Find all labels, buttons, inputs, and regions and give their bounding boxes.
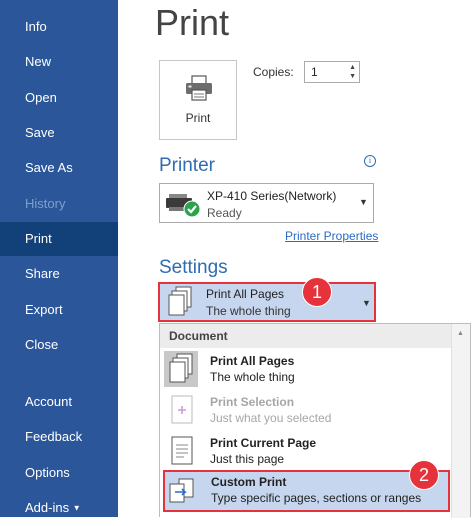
- pages-icon: [169, 353, 193, 383]
- nav-history: History: [0, 187, 118, 221]
- settings-heading: Settings: [159, 257, 228, 278]
- step-badge-2: 2: [409, 460, 439, 490]
- printer-properties-link[interactable]: Printer Properties: [285, 229, 378, 243]
- printer-status-icon: [166, 194, 201, 218]
- menu-item-name: Custom Print: [211, 475, 287, 489]
- nav-open-label: Open: [25, 90, 57, 105]
- printer-heading: Printer: [159, 155, 215, 176]
- nav-open[interactable]: Open: [0, 81, 118, 115]
- menu-icon-wrapper: [164, 351, 198, 387]
- menu-icon-wrapper: [164, 392, 198, 428]
- printer-icon: [186, 75, 212, 101]
- nav-history-label: History: [25, 196, 66, 211]
- menu-icon-wrapper: [164, 433, 198, 469]
- nav-close-label: Close: [25, 337, 59, 352]
- increment-arrow-icon[interactable]: ▲: [349, 63, 356, 72]
- step-badge-1: 1: [302, 277, 332, 307]
- current-page-icon: [171, 436, 193, 465]
- nav-add-ins-label: Add-ins: [25, 500, 70, 515]
- print-range-name: Print All Pages: [206, 287, 285, 301]
- nav-new-label: New: [25, 54, 52, 69]
- nav-save[interactable]: Save: [0, 116, 118, 150]
- menu-item-print-selection: Print Selection Just what you selected: [162, 390, 451, 431]
- menu-item-print-all-pages[interactable]: Print All Pages The whole thing: [162, 349, 451, 390]
- selection-icon: [171, 395, 193, 424]
- nav-options[interactable]: Options: [0, 456, 118, 490]
- menu-item-name: Print All Pages: [210, 354, 295, 368]
- menu-item-name: Print Current Page: [210, 436, 317, 450]
- print-range-description: The whole thing: [206, 304, 291, 318]
- pages-icon: [168, 286, 192, 316]
- nav-info[interactable]: Info: [0, 10, 118, 44]
- nav-save-as[interactable]: Save As: [0, 151, 118, 185]
- nav-print[interactable]: Print: [0, 222, 118, 256]
- copies-spinner[interactable]: ▲ ▼: [349, 63, 356, 81]
- print-button-label: Print: [185, 111, 211, 125]
- copies-value: 1: [311, 65, 318, 79]
- menu-item-description: Just what you selected: [210, 411, 332, 425]
- print-button[interactable]: Print: [159, 60, 237, 140]
- nav-export[interactable]: Export: [0, 293, 118, 327]
- print-pane: Print Print Copies: 1 ▲ ▼ Printer i XP-4…: [118, 0, 474, 518]
- backstage-sidebar: Info New Open Save Save As History Print…: [0, 0, 118, 517]
- printer-status: Ready: [207, 206, 242, 220]
- menu-icon-wrapper: [167, 474, 201, 510]
- dropdown-scrollbar[interactable]: ▲: [451, 324, 470, 518]
- printer-select[interactable]: XP-410 Series(Network) Ready ▼: [159, 183, 374, 223]
- nav-feedback[interactable]: Feedback: [0, 420, 118, 454]
- chevron-down-icon[interactable]: ▼: [359, 197, 368, 207]
- nav-save-as-label: Save As: [25, 160, 73, 175]
- chevron-down-icon[interactable]: ▼: [362, 298, 371, 308]
- dropdown-section-header: Document: [160, 324, 451, 348]
- nav-add-ins[interactable]: Add-ins ▼: [0, 491, 118, 525]
- nav-account[interactable]: Account: [0, 385, 118, 419]
- copies-stepper[interactable]: 1 ▲ ▼: [304, 61, 360, 83]
- nav-account-label: Account: [25, 394, 72, 409]
- menu-item-name: Print Selection: [210, 395, 295, 409]
- nav-new[interactable]: New: [0, 45, 118, 79]
- menu-item-custom-print[interactable]: Custom Print Type specific pages, sectio…: [163, 470, 450, 512]
- chevron-down-icon: ▼: [72, 503, 81, 513]
- copies-label: Copies:: [253, 65, 294, 79]
- nav-export-label: Export: [25, 302, 63, 317]
- menu-item-description: Just this page: [210, 452, 285, 466]
- custom-print-icon: [169, 478, 194, 503]
- page-title: Print: [155, 2, 230, 43]
- nav-options-label: Options: [25, 465, 70, 480]
- nav-share-label: Share: [25, 266, 60, 281]
- nav-feedback-label: Feedback: [25, 429, 83, 444]
- nav-print-label: Print: [25, 231, 52, 246]
- scroll-up-icon[interactable]: ▲: [457, 330, 464, 337]
- decrement-arrow-icon[interactable]: ▼: [349, 72, 356, 81]
- nav-save-label: Save: [25, 125, 55, 140]
- menu-item-description: The whole thing: [210, 370, 295, 384]
- nav-close[interactable]: Close: [0, 328, 118, 362]
- printer-name: XP-410 Series(Network): [207, 189, 337, 203]
- nav-info-label: Info: [25, 19, 47, 34]
- menu-item-description: Type specific pages, sections or ranges: [211, 491, 422, 505]
- nav-share[interactable]: Share: [0, 257, 118, 291]
- print-range-select[interactable]: Print All Pages The whole thing ▼: [158, 282, 376, 322]
- menu-item-print-current-page[interactable]: Print Current Page Just this page: [162, 431, 451, 472]
- info-icon[interactable]: i: [364, 155, 376, 167]
